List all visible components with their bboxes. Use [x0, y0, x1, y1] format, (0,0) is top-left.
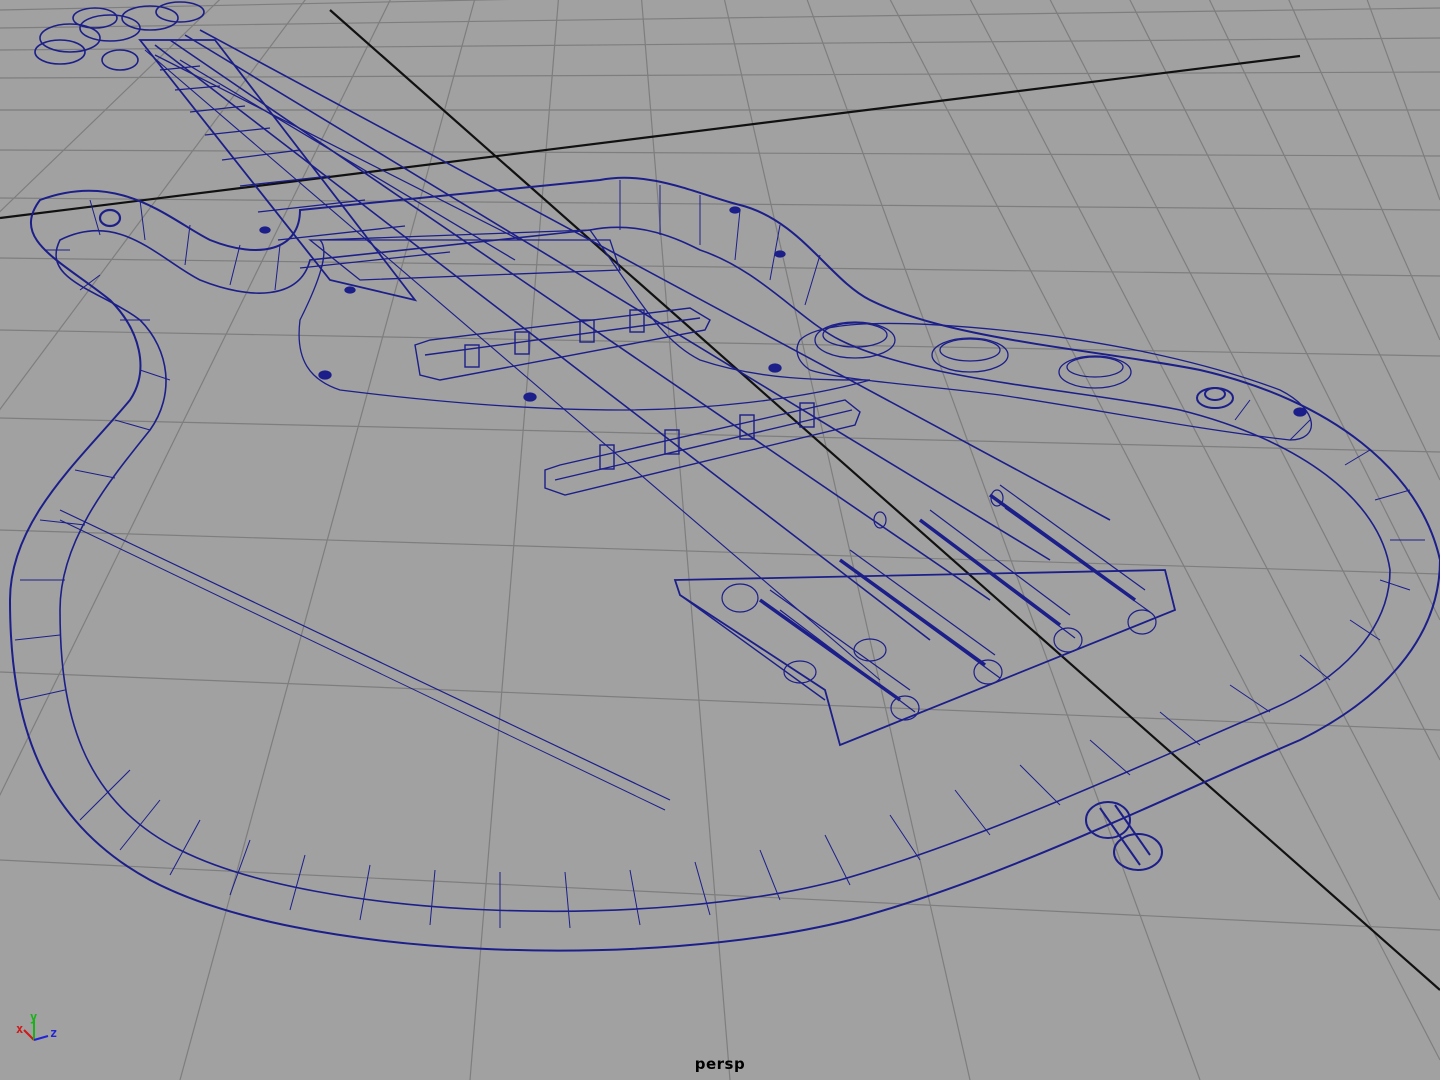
screw-heads [98, 206, 1307, 417]
strap-button [1085, 801, 1163, 871]
viewport-scene [0, 0, 1440, 1080]
perspective-viewport[interactable]: x y z persp [0, 0, 1440, 1080]
axis-z-label: z [50, 1026, 58, 1040]
control-plate [796, 322, 1313, 441]
bridge-assembly [673, 569, 1177, 747]
body-edge-line-2 [59, 519, 666, 811]
body-outline-outer [8, 176, 1440, 952]
x-axis-stroke [23, 1029, 35, 1041]
body-edge-segments [14, 180, 1425, 929]
camera-name-label: persp [694, 1055, 746, 1073]
ground-grid [0, 0, 1440, 1080]
bridge-saddles [758, 493, 1137, 702]
headstock-tuners [34, 1, 205, 71]
world-axis-lines [0, 9, 1440, 991]
bass-guitar-wireframe[interactable] [8, 1, 1440, 952]
strings [144, 29, 1111, 681]
z-axis-stroke [33, 1035, 49, 1041]
body-edge-line [59, 509, 671, 801]
body-outline-inner [55, 226, 1391, 913]
axis-y-label: y [30, 1010, 38, 1024]
axis-x-label: x [16, 1022, 24, 1036]
axis-orientation-gizmo: x y z [14, 1010, 74, 1050]
pickups [414, 307, 861, 496]
bridge-saddle-detail [721, 484, 1157, 721]
